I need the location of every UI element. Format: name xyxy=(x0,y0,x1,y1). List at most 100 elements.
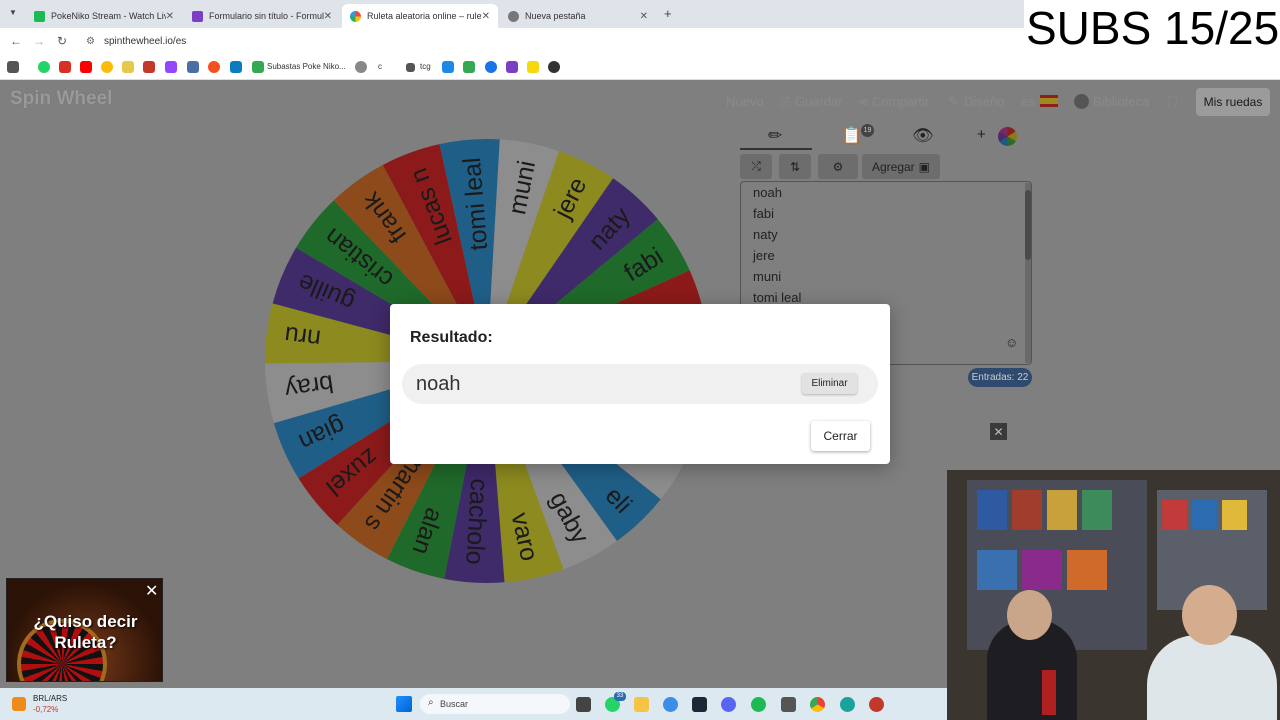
chrome-icon[interactable] xyxy=(810,697,825,712)
nav-guardar[interactable]: Guardar xyxy=(795,94,843,109)
mercadolibre-icon[interactable] xyxy=(122,61,134,73)
calculator-icon[interactable] xyxy=(781,697,796,712)
ticker-name[interactable]: BRL/ARS xyxy=(33,694,67,703)
close-icon[interactable]: ✕ xyxy=(640,11,648,22)
nav-biblioteca[interactable]: Biblioteca xyxy=(1093,94,1149,109)
fullscreen-icon[interactable]: ⛶ xyxy=(1168,94,1177,110)
entries-scroll-thumb[interactable] xyxy=(1025,190,1031,260)
color-wheel-icon[interactable] xyxy=(998,127,1017,146)
entry-item: noah xyxy=(753,185,782,200)
spotify-icon[interactable] xyxy=(751,697,766,712)
shuffle-button[interactable]: ⤮ xyxy=(740,154,772,179)
eliminar-button[interactable]: Eliminar xyxy=(802,373,857,394)
new-tab-plus-icon[interactable]: + xyxy=(664,6,672,21)
url-field[interactable]: spinthewheel.io/es xyxy=(104,36,186,47)
roulette-ad[interactable]: ¿Quiso decir Ruleta? ✕ xyxy=(6,578,163,682)
spain-flag-icon[interactable] xyxy=(1040,95,1058,107)
tab-pokeniko[interactable]: PokeNiko Stream - Watch Live o ✕ xyxy=(26,4,182,28)
settings-button[interactable]: ⚙ xyxy=(818,154,858,179)
globe-icon[interactable] xyxy=(355,61,367,73)
windows-start-icon[interactable] xyxy=(396,696,412,712)
image-icon: ▣ xyxy=(918,159,931,174)
reload-icon[interactable]: ↻ xyxy=(57,34,67,48)
bookmark-icon[interactable] xyxy=(230,61,242,73)
bookmark-icon[interactable] xyxy=(442,61,454,73)
bookmark-c[interactable]: c xyxy=(378,62,382,71)
tab-label: Nueva pestaña xyxy=(525,11,586,21)
task-view-icon[interactable] xyxy=(576,697,591,712)
card-box xyxy=(1222,500,1247,530)
person-right xyxy=(1147,635,1277,720)
hide-eye-icon[interactable]: 👁 xyxy=(912,126,934,146)
active-tab-underline xyxy=(740,148,812,150)
emoji-icon[interactable]: ☺ xyxy=(1005,335,1018,350)
add-wheel-plus[interactable]: + xyxy=(977,126,986,143)
bookmark-tcg[interactable]: tcg xyxy=(420,62,431,71)
nav-diseno[interactable]: Diseño xyxy=(964,94,1004,109)
nav-compartir[interactable]: Compartir xyxy=(872,94,929,109)
app-icon[interactable] xyxy=(869,697,884,712)
bookmark-icon[interactable] xyxy=(527,61,539,73)
tab-label: PokeNiko Stream - Watch Live o xyxy=(51,11,166,21)
tab-formulario[interactable]: Formulario sin título - Formular ✕ xyxy=(184,4,340,28)
bookmark-icon[interactable] xyxy=(485,61,497,73)
result-row: noah Eliminar xyxy=(402,364,878,404)
bookmark-icon[interactable] xyxy=(506,61,518,73)
tab-ruleta[interactable]: Ruleta aleatoria online – ruleta ✕ xyxy=(342,4,498,28)
mug xyxy=(1042,670,1056,715)
steam-icon[interactable] xyxy=(692,697,707,712)
sort-icon: ⇅ xyxy=(789,159,801,174)
forward-arrow-icon[interactable]: → xyxy=(33,34,45,48)
whatsapp-icon[interactable] xyxy=(38,61,50,73)
drive-icon[interactable] xyxy=(252,61,264,73)
nav-nuevo[interactable]: Nuevo xyxy=(726,94,764,109)
modal-title: Resultado: xyxy=(410,329,493,346)
site-settings-icon[interactable]: ⚙ xyxy=(86,36,95,47)
app-icon[interactable] xyxy=(840,697,855,712)
back-arrow-icon[interactable]: ← xyxy=(10,34,22,48)
wheel-label: cacholo xyxy=(460,478,493,566)
person-left-face xyxy=(1007,590,1052,640)
app-logo[interactable]: Spin Wheel xyxy=(10,88,112,110)
card-box xyxy=(1082,490,1112,530)
file-explorer-icon[interactable] xyxy=(634,697,649,712)
youtube-icon[interactable] xyxy=(80,61,92,73)
entries-count-badge: Entradas: 22 xyxy=(968,368,1032,387)
edit-pencil-icon[interactable]: ✏ xyxy=(768,126,782,146)
gmail-icon[interactable] xyxy=(59,61,71,73)
close-icon[interactable]: ✕ xyxy=(990,423,1007,440)
cerrar-button[interactable]: Cerrar xyxy=(811,421,870,451)
close-icon[interactable]: ✕ xyxy=(482,11,490,22)
pencil-icon[interactable]: ✎ xyxy=(948,94,959,110)
share-icon[interactable]: ⋖ xyxy=(858,94,869,110)
close-icon[interactable]: ✕ xyxy=(145,581,158,601)
agregar-image-button[interactable]: Agregar ▣ xyxy=(862,154,940,179)
close-icon[interactable]: ✕ xyxy=(324,11,332,22)
library-icon[interactable] xyxy=(1074,94,1089,109)
bookmark-icon[interactable] xyxy=(548,61,560,73)
clipboard-icon[interactable]: 📋 xyxy=(841,126,862,146)
tab-nueva[interactable]: Nueva pestaña ✕ xyxy=(500,4,656,28)
copilot-icon[interactable] xyxy=(663,697,678,712)
mis-ruedas-button[interactable]: Mis ruedas xyxy=(1196,88,1270,116)
ad-text-line: ¿Quiso decir xyxy=(33,612,138,631)
taskbar-search[interactable]: Buscar xyxy=(420,694,570,714)
bookmark-subastas[interactable]: Subastas Poke Niko... xyxy=(267,62,346,71)
nav-language[interactable]: es xyxy=(1021,94,1035,109)
card-box xyxy=(1162,500,1187,530)
apps-grid-icon[interactable] xyxy=(7,61,19,73)
discord-icon[interactable] xyxy=(721,697,736,712)
save-icon[interactable]: 🗎 xyxy=(780,94,790,116)
sheets-icon[interactable] xyxy=(463,61,475,73)
bookmark-icon[interactable] xyxy=(208,61,220,73)
bookmark-icon[interactable] xyxy=(143,61,155,73)
close-icon[interactable]: ✕ xyxy=(166,11,174,22)
bookmark-icon[interactable] xyxy=(187,61,199,73)
entry-item: jere xyxy=(753,248,775,263)
maps-icon[interactable] xyxy=(101,61,113,73)
sort-button[interactable]: ⇅ xyxy=(779,154,811,179)
tab-search-chevron-icon[interactable]: ▼ xyxy=(6,6,20,20)
twitch-icon[interactable] xyxy=(165,61,177,73)
weather-ticker-icon[interactable] xyxy=(12,697,26,711)
bookmark-icon[interactable] xyxy=(406,63,415,72)
